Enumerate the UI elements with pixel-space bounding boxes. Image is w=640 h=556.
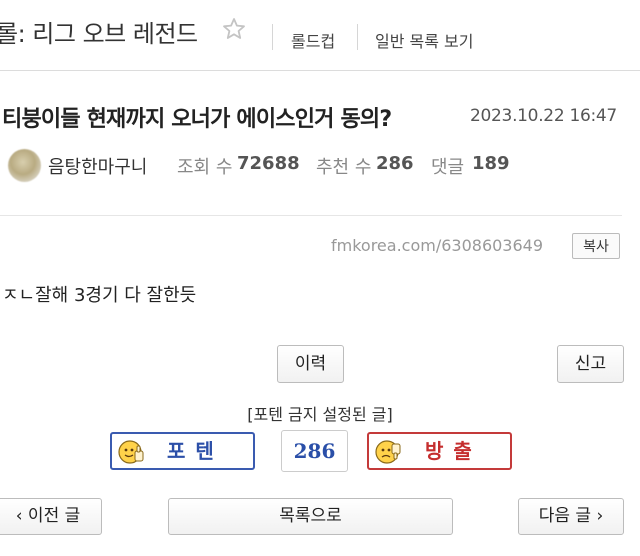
recommend-label: 추천 수 [316,157,372,178]
tab-worlds[interactable]: 롤드컵 [291,28,335,52]
header-divider-line [0,70,640,71]
downvote-button[interactable]: 방출 [367,432,512,470]
board-title[interactable]: 롤: 리그 오브 레전드 [0,14,198,49]
comments-label: 댓글 [431,157,465,178]
upvote-label: 포텐 [167,439,224,463]
post-link[interactable]: fmkorea.com/6308603649 [331,236,543,255]
post-date: 2023.10.22 16:47 [470,106,617,126]
thumbs-down-face-icon [375,440,401,464]
header-divider [272,24,273,50]
header-divider [357,24,358,50]
thumbs-up-face-icon [118,440,144,464]
back-to-list-button[interactable]: 목록으로 [168,498,453,535]
post-title: 티붕이들 현재까지 오너가 에이스인거 동의? [2,107,392,132]
views-label: 조회 수 [177,157,233,178]
avatar[interactable] [8,149,41,182]
author-name[interactable]: 음탕한마구니 [48,153,147,179]
copy-link-button[interactable]: 복사 [572,233,620,259]
upvote-button[interactable]: 포텐 [110,432,255,470]
tab-general-list[interactable]: 일반 목록 보기 [375,28,474,52]
comments-count[interactable]: 189 [472,153,510,174]
next-post-button[interactable]: 다음 글 › [518,498,624,535]
post-divider [0,215,622,216]
post-body: ㅈㄴ잘해 3경기 다 잘한듯 [2,285,197,306]
report-button[interactable]: 신고 [557,345,624,383]
recommend-count: 286 [376,153,414,174]
history-button[interactable]: 이력 [277,345,344,383]
prev-post-button[interactable]: ‹ 이전 글 [0,498,102,535]
views-count: 72688 [237,153,300,174]
vote-restriction-notice: [포텐 금지 설정된 글] [247,405,393,424]
vote-count: 286 [281,430,348,472]
star-icon[interactable] [222,17,246,45]
downvote-label: 방출 [425,439,482,463]
